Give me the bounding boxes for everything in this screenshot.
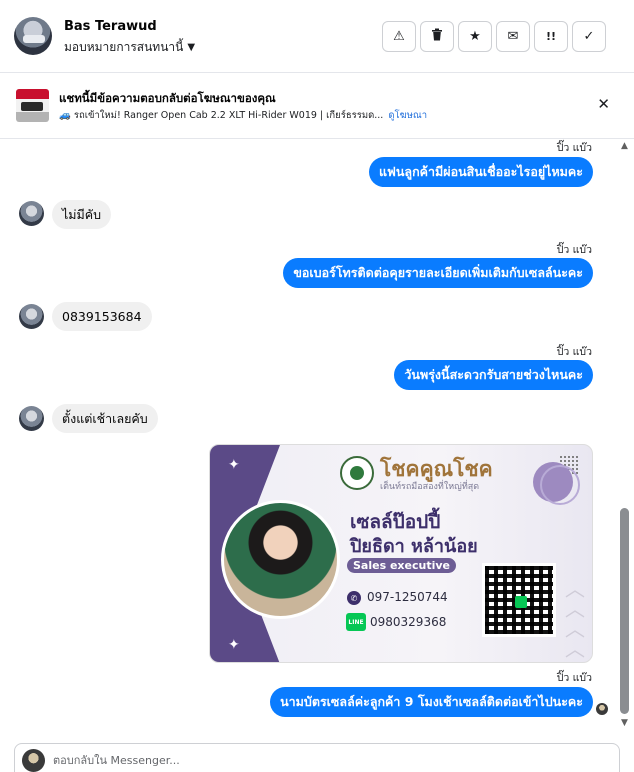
sender-label: ปิ๊ว แบ๊ว [556, 346, 592, 358]
card-decor-ring [540, 465, 580, 505]
page-avatar [22, 749, 45, 772]
check-icon: ✓ [583, 29, 595, 44]
sender-label: ปิ๊ว แบ๊ว [556, 244, 592, 256]
contact-mini-avatar [19, 201, 44, 226]
card-line-id: 0980329368 [370, 615, 447, 629]
scroll-up-icon[interactable]: ▲ [621, 141, 628, 151]
outgoing-message[interactable]: วันพรุ่งนี้สะดวกรับสายช่วงไหนคะ [394, 360, 593, 390]
scroll-down-icon[interactable]: ▼ [621, 718, 628, 728]
ad-thumbnail[interactable] [16, 89, 49, 122]
close-icon[interactable]: ✕ [597, 95, 610, 113]
incoming-message[interactable]: 0839153684 [52, 302, 152, 331]
sales-business-card-image[interactable]: ✦ ✦ โชคคูณโชค เต็นท์รถมือสองที่ใหญ่ที่สุ… [209, 444, 593, 663]
line-icon: LINE [346, 613, 366, 631]
caret-down-icon: ▼ [187, 42, 196, 53]
conversation-header: Bas Terawud มอบหมายการสนทนานี้ ▼ ⚠ ★ ✉ !… [0, 0, 634, 73]
sales-photo [221, 500, 340, 619]
header-actions: ⚠ ★ ✉ !! ✓ [382, 21, 606, 52]
contact-name[interactable]: Bas Terawud [64, 19, 157, 34]
incoming-message[interactable]: ไม่มีคับ [52, 200, 112, 229]
contact-mini-avatar [19, 304, 44, 329]
delete-button[interactable] [420, 21, 454, 52]
outgoing-message[interactable]: แฟนลูกค้ามีผ่อนสินเชื่ออะไรอยู่ไหมคะ [368, 157, 593, 187]
outgoing-message[interactable]: นามบัตรเซลล์ค่ะลูกค้า 9 โมงเช้าเซลล์ติดต… [270, 687, 593, 717]
follow-up-button[interactable]: !! [534, 21, 568, 52]
view-ad-link[interactable]: ดูโฆษณา [388, 110, 427, 121]
card-role: Sales executive [347, 558, 456, 573]
sender-label: ปิ๊ว แบ๊ว [556, 672, 592, 684]
chevron-up-icon: ︿ [565, 637, 585, 661]
card-tagline: เต็นท์รถมือสองที่ใหญ่ที่สุด [380, 482, 480, 492]
sparkle-icon: ✦ [228, 637, 240, 653]
incoming-message[interactable]: ตั้งแต่เช้าเลยคับ [52, 404, 158, 433]
warning-icon: ⚠ [393, 29, 405, 44]
card-phone: 097-1250744 [367, 590, 448, 604]
card-fullname: ปิยธิดา หล้าน้อย [350, 536, 478, 557]
read-receipt-avatar [596, 703, 608, 715]
assign-label: มอบหมายการสนทนานี้ [64, 40, 184, 54]
dealer-logo [340, 456, 374, 490]
outgoing-message[interactable]: ขอเบอร์โทรติดต่อคุยรายละเอียดเพิ่มเติมกั… [283, 258, 593, 288]
assign-conversation-dropdown[interactable]: มอบหมายการสนทนานี้ ▼ [64, 38, 195, 57]
phone-icon: ✆ [347, 591, 361, 605]
scrollbar-thumb[interactable] [620, 508, 629, 714]
ad-reply-banner: แชทนี้มีข้อความตอบกลับต่อโฆษณาของคุณ 🚙 ร… [0, 73, 634, 139]
follow-up-icon: !! [545, 30, 557, 43]
spam-button[interactable]: ⚠ [382, 21, 416, 52]
star-button[interactable]: ★ [458, 21, 492, 52]
ad-banner-title: แชทนี้มีข้อความตอบกลับต่อโฆษณาของคุณ [59, 91, 276, 105]
mail-icon: ✉ [507, 29, 519, 44]
contact-mini-avatar [19, 406, 44, 431]
mark-done-button[interactable]: ✓ [572, 21, 606, 52]
sender-label: ปิ๊ว แบ๊ว [556, 142, 592, 154]
ad-description-text: 🚙 รถเข้าใหม่! Ranger Open Cab 2.2 XLT Hi… [59, 110, 384, 121]
contact-avatar[interactable] [14, 17, 52, 55]
mark-unread-button[interactable]: ✉ [496, 21, 530, 52]
message-thread[interactable]: ปิ๊ว แบ๊ว แฟนลูกค้ามีผ่อนสินเชื่ออะไรอยู… [0, 139, 620, 734]
reply-box[interactable] [14, 743, 620, 772]
ad-description: 🚙 รถเข้าใหม่! Ranger Open Cab 2.2 XLT Hi… [59, 108, 427, 123]
star-icon: ★ [469, 29, 481, 44]
trash-icon [431, 28, 443, 45]
sparkle-icon: ✦ [228, 457, 240, 473]
reply-input[interactable] [53, 754, 453, 767]
qr-code [482, 563, 556, 637]
